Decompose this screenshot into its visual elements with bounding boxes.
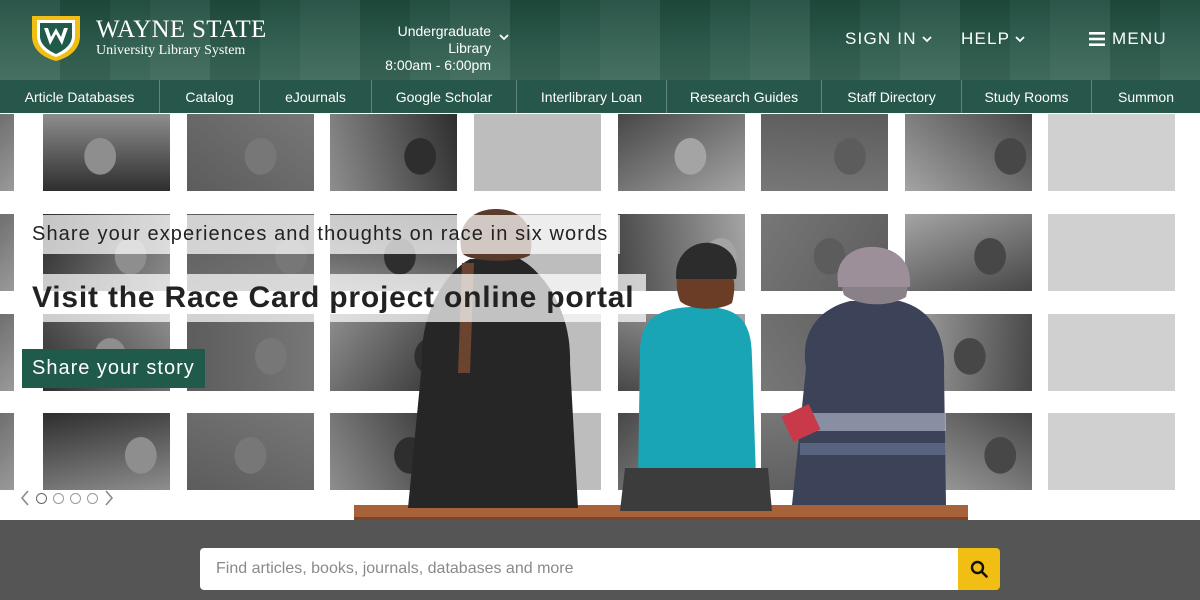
portrait-photo — [905, 413, 1032, 490]
portrait-photo — [474, 413, 601, 490]
portrait-photo — [187, 314, 314, 391]
library-hours: 8:00am - 6:00pm — [385, 57, 491, 73]
portrait-photo — [905, 214, 1032, 291]
portrait-photo — [761, 114, 888, 191]
share-your-story-button[interactable]: Share your story — [22, 349, 205, 388]
hero-carousel: Share your experiences and thoughts on r… — [0, 113, 1200, 520]
hamburger-icon — [1089, 32, 1105, 46]
portrait-photo — [187, 413, 314, 490]
nav-study-rooms[interactable]: Study Rooms — [962, 80, 1092, 113]
portrait-photo — [330, 413, 457, 490]
quick-links-nav: Article Databases Catalog eJournals Goog… — [0, 80, 1200, 113]
chevron-down-icon — [922, 36, 932, 43]
portrait-photo — [43, 413, 170, 490]
carousel-dot-1[interactable] — [36, 492, 47, 504]
hero-tagline: Share your experiences and thoughts on r… — [20, 215, 621, 254]
chevron-left-icon[interactable] — [20, 490, 30, 506]
portrait-photo — [761, 314, 888, 391]
nav-staff-directory[interactable]: Staff Directory — [822, 80, 962, 113]
home-logo-link[interactable]: WAYNE STATE University Library System — [30, 14, 267, 62]
search-section — [0, 520, 1200, 600]
menu-button[interactable]: MENU — [1089, 29, 1167, 49]
hero-headline[interactable]: Visit the Race Card project online porta… — [20, 274, 647, 322]
chevron-right-icon[interactable] — [104, 490, 114, 506]
nav-catalog[interactable]: Catalog — [160, 80, 260, 113]
sign-in-dropdown[interactable]: SIGN IN — [845, 29, 932, 49]
search-input[interactable] — [200, 548, 958, 590]
carousel-dot-3[interactable] — [70, 492, 81, 504]
portrait-photo — [474, 314, 601, 391]
portrait-photo — [1048, 214, 1175, 291]
nav-google-scholar[interactable]: Google Scholar — [372, 80, 517, 113]
chevron-down-icon — [1015, 36, 1025, 43]
portrait-photo — [618, 413, 745, 490]
portrait-photo — [43, 114, 170, 191]
help-label: HELP — [961, 29, 1011, 48]
portrait-photo — [761, 214, 888, 291]
chevron-down-icon[interactable] — [499, 32, 509, 42]
search-box — [200, 548, 958, 590]
nav-research-guides[interactable]: Research Guides — [667, 80, 822, 113]
portrait-photo — [905, 314, 1032, 391]
portrait-photo — [1048, 114, 1175, 191]
library-name: Undergraduate Library — [397, 23, 491, 56]
portrait-photo — [905, 114, 1032, 191]
logo-subtitle: University Library System — [96, 42, 246, 58]
sign-in-label: SIGN IN — [845, 29, 917, 48]
portrait-photo — [0, 214, 14, 291]
nav-interlibrary-loan[interactable]: Interlibrary Loan — [517, 80, 667, 113]
library-hours-selector[interactable]: Undergraduate Library 8:00am - 6:00pm — [351, 23, 491, 74]
wayne-state-shield-icon — [32, 16, 80, 61]
carousel-controls — [20, 490, 114, 506]
nav-article-databases[interactable]: Article Databases — [0, 80, 160, 113]
portrait-photo — [0, 413, 14, 490]
portrait-photo — [0, 114, 14, 191]
menu-label: MENU — [1112, 29, 1167, 48]
portrait-photo — [0, 314, 14, 391]
portrait-photo — [474, 114, 601, 191]
logo-name: WAYNE STATE — [96, 15, 267, 43]
portrait-photo — [330, 114, 457, 191]
site-header: WAYNE STATE University Library System Un… — [0, 0, 1200, 80]
portrait-photo — [1048, 314, 1175, 391]
portrait-photo — [761, 413, 888, 490]
search-button[interactable] — [958, 548, 1000, 590]
portrait-photo — [187, 114, 314, 191]
nav-summon[interactable]: Summon — [1092, 80, 1200, 113]
portrait-photo — [1048, 413, 1175, 490]
portrait-photo — [330, 314, 457, 391]
nav-ejournals[interactable]: eJournals — [260, 80, 372, 113]
portrait-photo — [618, 314, 745, 391]
carousel-dot-2[interactable] — [53, 492, 64, 504]
portrait-photo — [618, 114, 745, 191]
carousel-dot-4[interactable] — [87, 492, 98, 504]
search-icon — [970, 560, 988, 578]
help-dropdown[interactable]: HELP — [961, 29, 1025, 49]
